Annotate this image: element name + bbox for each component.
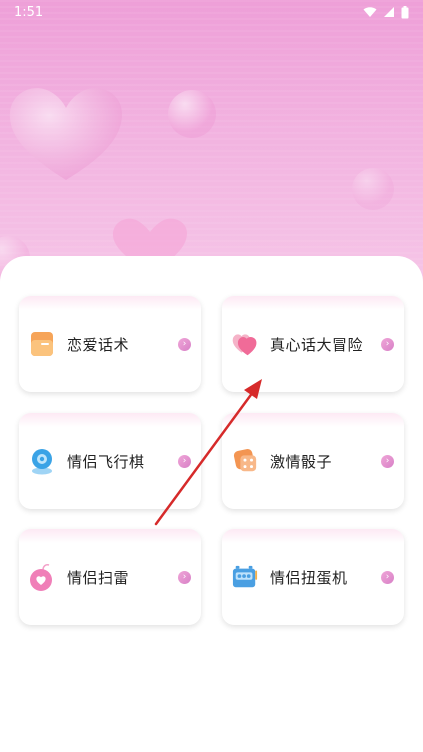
chevron-right-icon: › — [381, 455, 394, 468]
chevron-right-icon: › — [178, 571, 191, 584]
dice-icon — [232, 448, 258, 474]
chevron-right-icon: › — [381, 338, 394, 351]
status-bar: 1:51 — [0, 0, 423, 24]
game-card-truth-or-dare[interactable]: 真心话大冒险 › — [222, 296, 404, 392]
chevron-right-icon: › — [178, 455, 191, 468]
game-card-love-talk[interactable]: 恋爱话术 › — [19, 296, 201, 392]
header-banner: 1:51 — [0, 0, 423, 300]
chat-card-icon — [29, 331, 55, 357]
status-time: 1:51 — [14, 4, 44, 20]
signal-icon — [384, 7, 394, 17]
hearts-icon — [232, 331, 258, 357]
game-card-minesweeper[interactable]: 情侣扫雷 › — [19, 529, 201, 625]
game-label: 激情骰子 — [270, 452, 333, 471]
wifi-icon — [363, 7, 377, 17]
gacha-machine-icon — [232, 564, 258, 590]
chevron-right-icon: › — [178, 338, 191, 351]
game-card-flying-chess[interactable]: 情侣飞行棋 › — [19, 413, 201, 509]
game-label: 情侣扭蛋机 — [270, 568, 348, 587]
game-card-dice[interactable]: 激情骰子 › — [222, 413, 404, 509]
game-label: 恋爱话术 — [67, 335, 130, 354]
game-label: 真心话大冒险 — [270, 335, 364, 354]
large-heart-decoration — [9, 88, 123, 180]
bubble-decoration — [168, 90, 216, 138]
game-label: 情侣飞行棋 — [67, 452, 145, 471]
bubble-decoration — [352, 168, 394, 210]
battery-icon — [401, 5, 409, 18]
game-label: 情侣扫雷 — [67, 568, 130, 587]
plane-chess-icon — [29, 448, 55, 475]
heart-bomb-icon — [29, 564, 55, 591]
game-card-gacha[interactable]: 情侣扭蛋机 › — [222, 529, 404, 625]
chevron-right-icon: › — [381, 571, 394, 584]
